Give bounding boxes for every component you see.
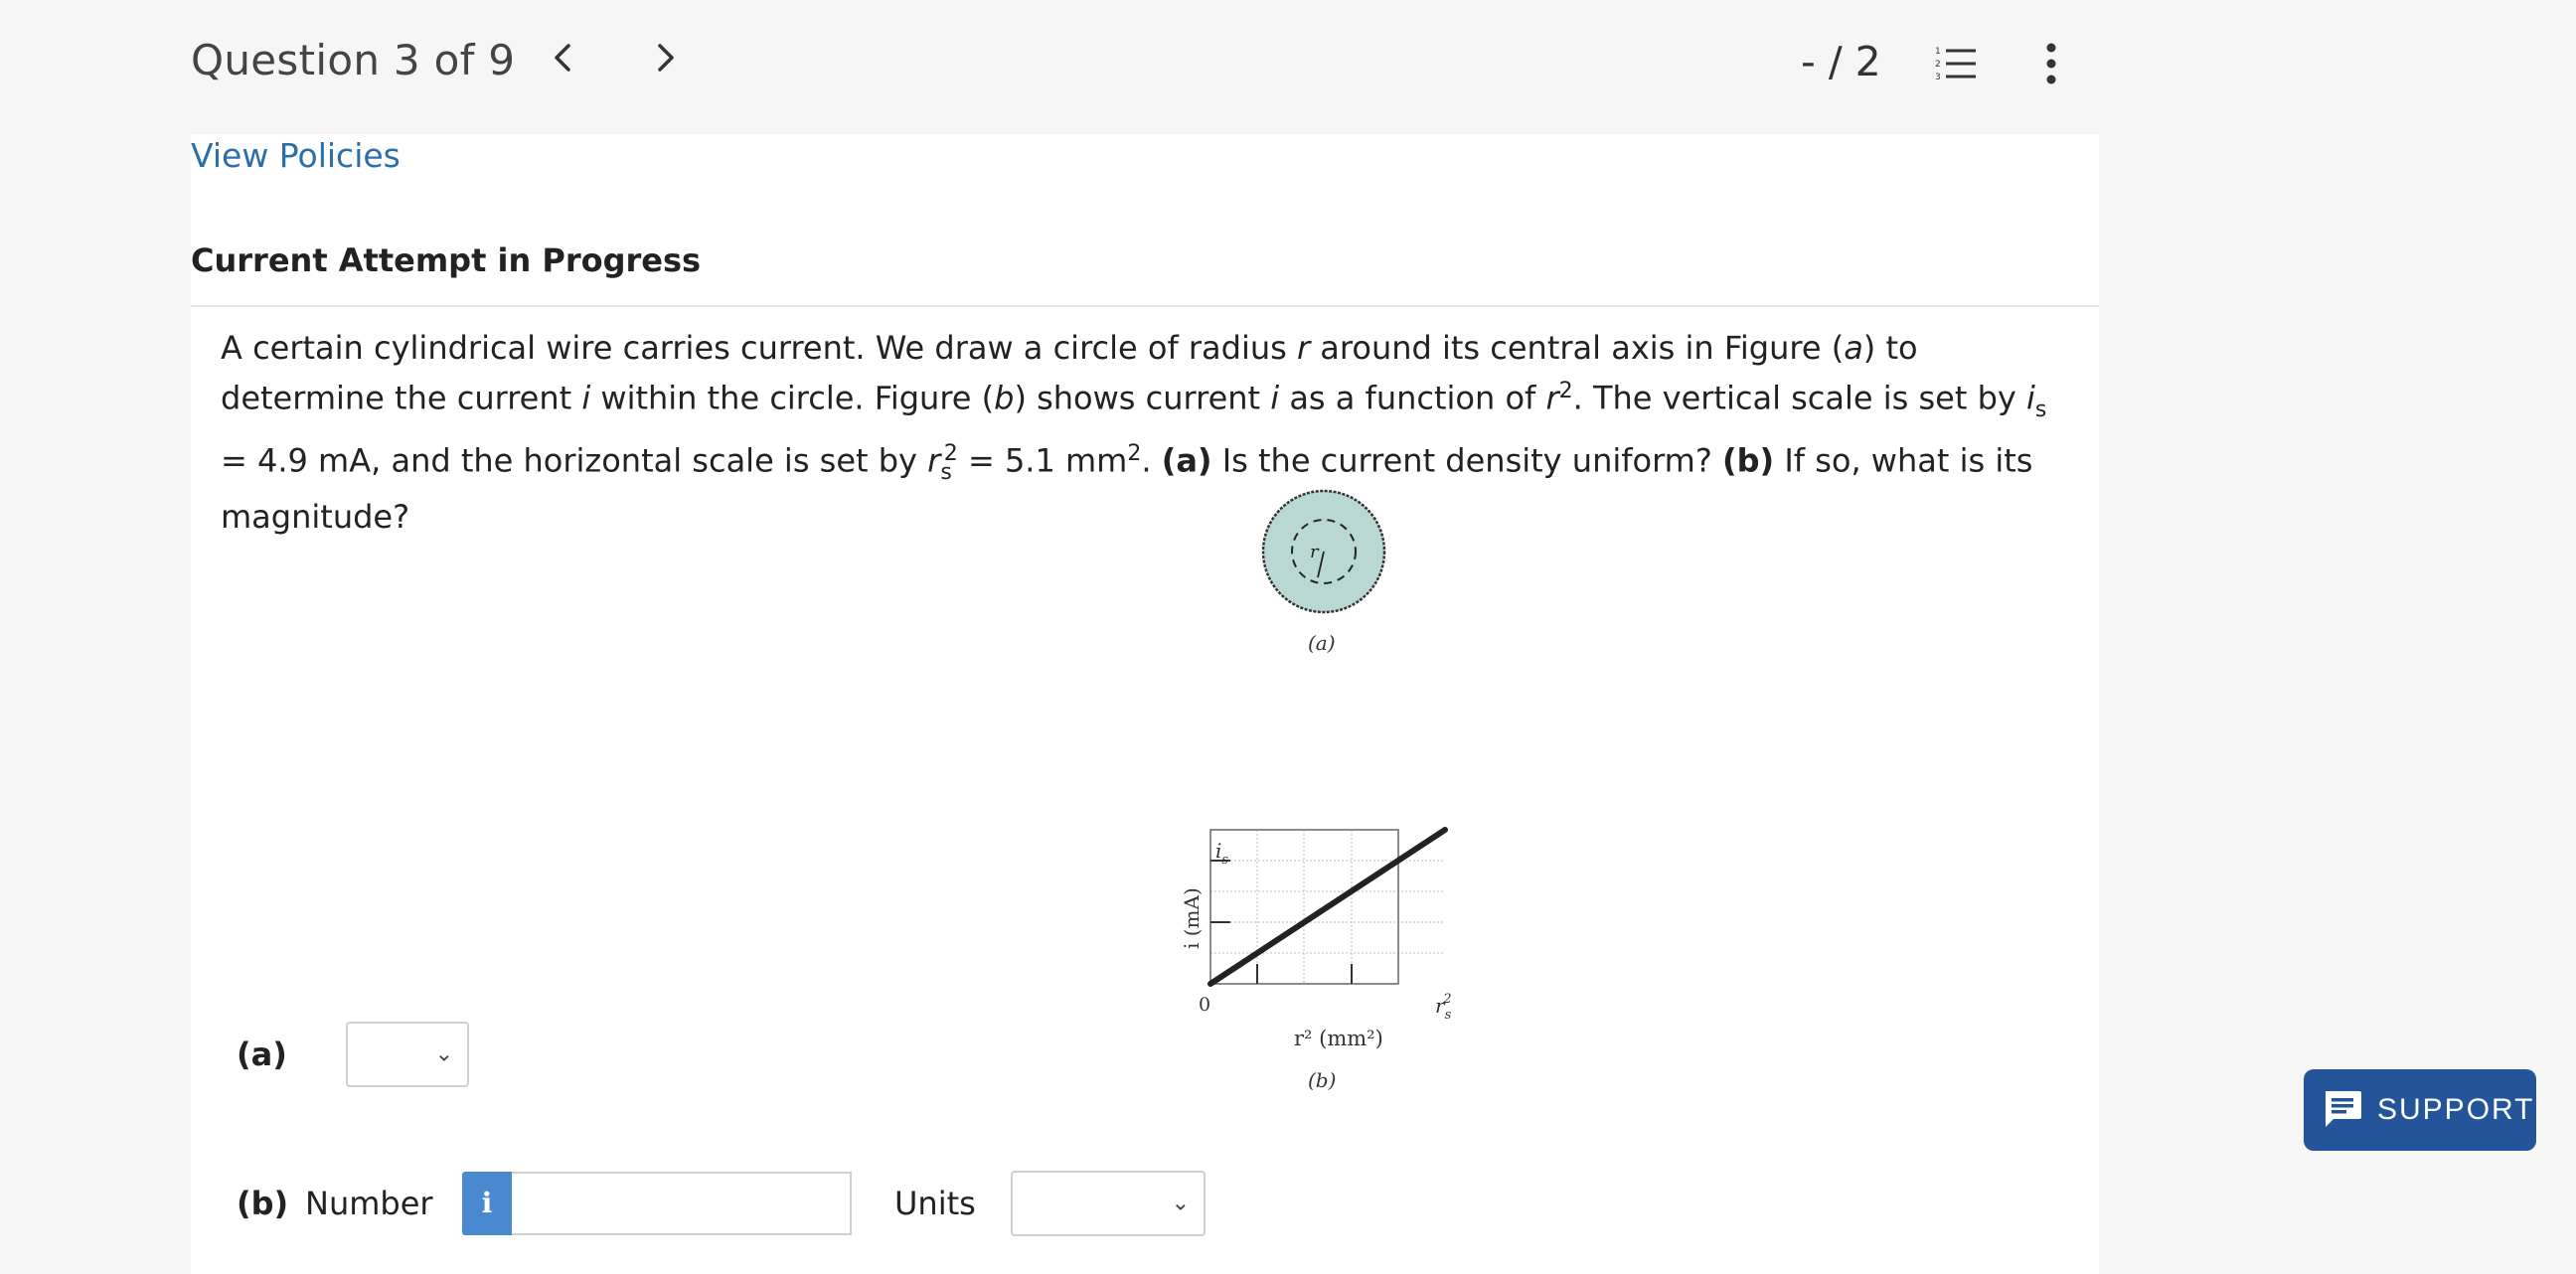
svg-text:2: 2 (1935, 60, 1941, 70)
divider (191, 305, 2099, 307)
figure-b: i (mA) is 0 rs2 r² (mm²) (b) (1175, 820, 1473, 1108)
figure-b-caption: (b) (1308, 1068, 1336, 1092)
radius-label: r (1310, 542, 1320, 562)
view-policies-link[interactable]: View Policies (191, 136, 401, 175)
chevron-down-icon: ⌄ (1171, 1191, 1190, 1216)
question-text: A certain cylindrical wire carries curre… (221, 329, 2047, 537)
numbered-list-icon: 1 2 3 (1935, 47, 1976, 82)
score-display: - / 2 (1801, 38, 1881, 85)
svg-text:1: 1 (1935, 47, 1941, 57)
y-tick-label: is (1215, 839, 1228, 868)
figure-a: r (a) (1244, 482, 1393, 671)
x-axis-label: r² (mm²) (1294, 1027, 1383, 1050)
number-label: Number (305, 1185, 433, 1222)
x-tick-label: rs2 (1435, 992, 1452, 1023)
figure-a-caption: (a) (1308, 631, 1336, 655)
more-options-button[interactable] (2037, 40, 2065, 87)
svg-text:3: 3 (1935, 73, 1941, 82)
chevron-down-icon: ⌄ (434, 1041, 453, 1067)
data-line (1208, 827, 1448, 987)
part-b-label: (b) (237, 1185, 289, 1222)
units-label: Units (894, 1185, 976, 1222)
previous-question-button[interactable] (543, 40, 582, 87)
chat-icon (2326, 1091, 2361, 1127)
question-list-button[interactable]: 1 2 3 (1934, 44, 1978, 83)
origin-label: 0 (1199, 994, 1210, 1016)
part-a-select[interactable]: ⌄ (346, 1022, 469, 1087)
support-label: SUPPORT (2377, 1093, 2535, 1126)
top-bar: Question 3 of 9 - / 2 1 2 3 (0, 0, 2576, 134)
y-axis-label: i (mA) (1180, 887, 1204, 949)
attempt-heading: Current Attempt in Progress (191, 241, 702, 279)
part-a-label: (a) (237, 1035, 287, 1073)
support-button[interactable]: SUPPORT (2304, 1069, 2536, 1151)
chevron-right-icon (658, 44, 674, 72)
chevron-left-icon (555, 44, 570, 72)
units-select[interactable]: ⌄ (1011, 1171, 1206, 1236)
question-counter: Question 3 of 9 (191, 36, 516, 84)
more-vertical-icon (2046, 43, 2056, 84)
question-content: View Policies Current Attempt in Progres… (191, 134, 2099, 1274)
info-icon[interactable]: i (462, 1172, 512, 1235)
next-question-button[interactable] (646, 40, 686, 87)
number-input[interactable] (512, 1172, 852, 1235)
